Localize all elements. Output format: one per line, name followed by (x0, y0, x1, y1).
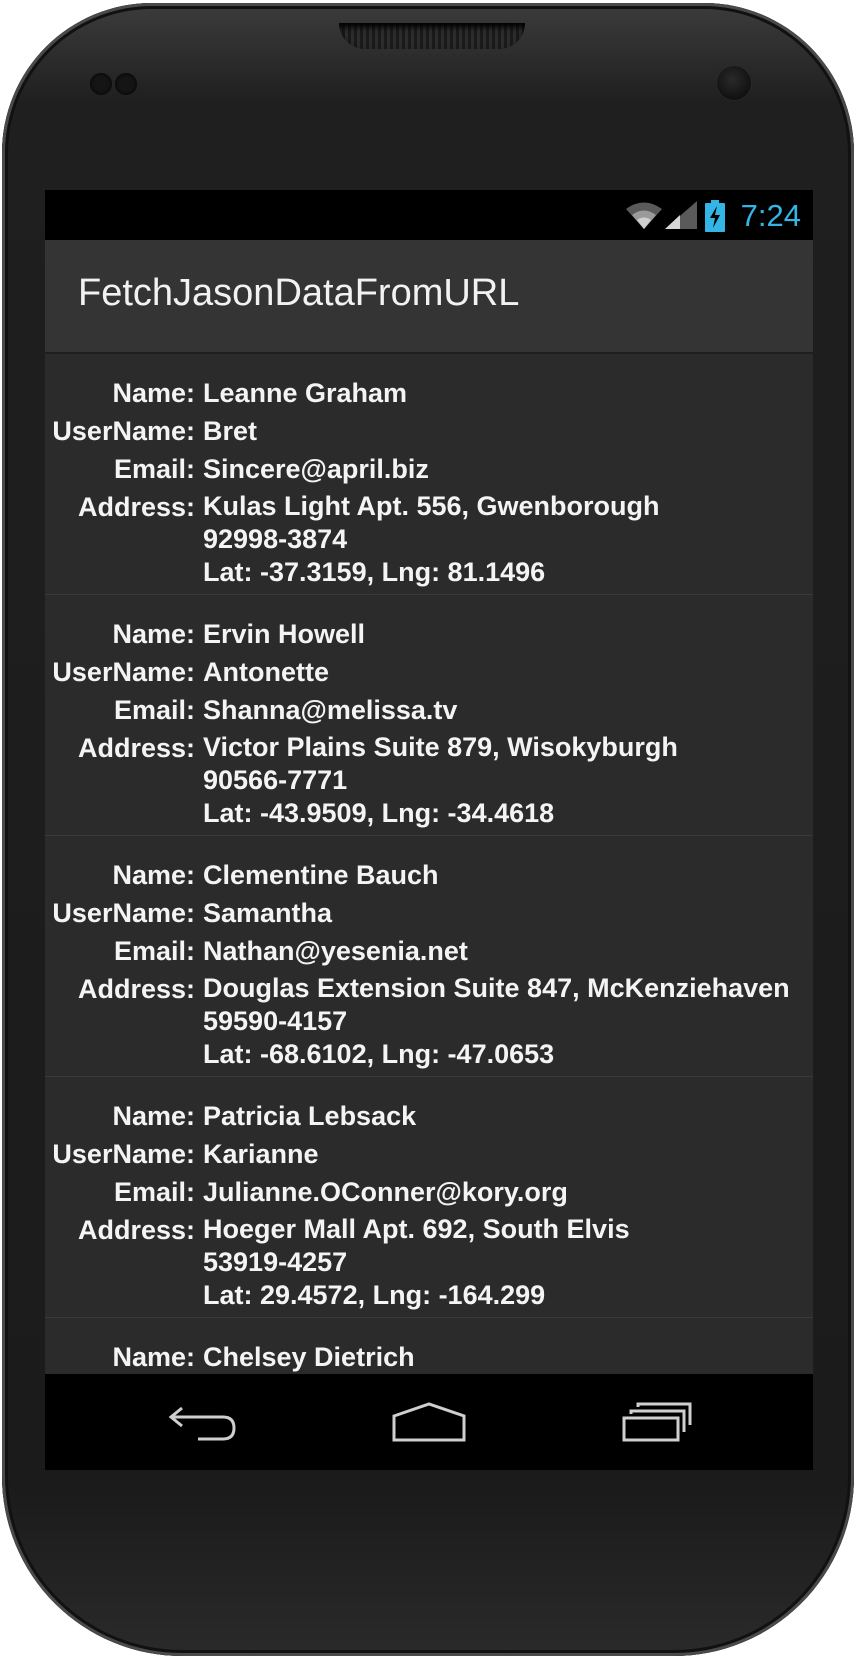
action-bar: FetchJasonDataFromURL (45, 240, 813, 354)
address-label: Address: (77, 733, 195, 763)
email-label: Email: (113, 936, 195, 966)
list-item[interactable]: Name: Clementine Bauch UserName: Samantha … (45, 836, 813, 1077)
address-label: Address: (77, 492, 195, 522)
email-value: Sincere@april.biz (203, 454, 429, 484)
address-geo: Lat: -37.3159, Lng: 81.1496 (203, 557, 546, 587)
name-label: Name: (112, 378, 195, 408)
home-button[interactable] (369, 1374, 489, 1470)
list-item[interactable]: Name: Ervin Howell UserName: Antonette Ema… (45, 595, 813, 836)
name-label: Name: (112, 619, 195, 649)
list-item[interactable]: Name: Patricia Lebsack UserName: Karianne … (45, 1077, 813, 1318)
list-item[interactable]: Name: Leanne Graham UserName: Bret Email: S… (45, 354, 813, 595)
phone-frame: 7:24 FetchJasonDataFromURL Name: Leanne G… (2, 3, 854, 1656)
address-geo: Lat: -68.6102, Lng: -47.0653 (203, 1039, 555, 1069)
list-item[interactable]: Name: Chelsey Dietrich (45, 1318, 813, 1374)
username-label: UserName: (52, 898, 195, 928)
address-zipcode: 53919-4257 (203, 1247, 348, 1277)
address-value: Douglas Extension Suite 847, McKenziehav… (195, 970, 790, 1071)
battery-charging-icon (705, 200, 725, 232)
address-label: Address: (77, 974, 195, 1004)
home-icon (392, 1402, 466, 1442)
front-camera (717, 66, 751, 100)
address-value: Kulas Light Apt. 556, Gwenborough 92998-… (195, 488, 660, 589)
user-list[interactable]: Name: Leanne Graham UserName: Bret Email: S… (45, 354, 813, 1374)
name-label: Name: (112, 1101, 195, 1131)
app-title: FetchJasonDataFromURL (78, 272, 520, 314)
username-value: Antonette (203, 657, 329, 687)
address-street: Douglas Extension Suite 847, McKenziehav… (203, 973, 790, 1003)
email-value: Julianne.OConner@kory.org (203, 1177, 568, 1207)
name-value: Ervin Howell (203, 619, 366, 649)
recent-apps-button[interactable] (597, 1374, 717, 1470)
address-geo: Lat: -43.9509, Lng: -34.4618 (203, 798, 555, 828)
name-value: Patricia Lebsack (203, 1101, 417, 1131)
address-street: Hoeger Mall Apt. 692, South Elvis (203, 1214, 630, 1244)
name-value: Chelsey Dietrich (203, 1342, 415, 1372)
email-label: Email: (113, 1177, 195, 1207)
address-value: Victor Plains Suite 879, Wisokyburgh 905… (195, 729, 678, 830)
email-value: Shanna@melissa.tv (203, 695, 458, 725)
name-label: Name: (112, 1342, 195, 1372)
proximity-sensor (90, 73, 112, 95)
recent-apps-icon (622, 1402, 692, 1442)
address-label: Address: (77, 1215, 195, 1245)
address-zipcode: 59590-4157 (203, 1006, 348, 1036)
light-sensor (115, 73, 137, 95)
status-bar: 7:24 (45, 190, 813, 240)
email-label: Email: (113, 695, 195, 725)
address-zipcode: 90566-7771 (203, 765, 348, 795)
screen: 7:24 FetchJasonDataFromURL Name: Leanne G… (45, 190, 813, 1470)
username-label: UserName: (52, 1139, 195, 1169)
status-clock: 7:24 (740, 198, 801, 233)
address-zipcode: 92998-3874 (203, 524, 348, 554)
username-value: Samantha (203, 898, 333, 928)
email-value: Nathan@yesenia.net (203, 936, 468, 966)
username-label: UserName: (52, 416, 195, 446)
wifi-icon (626, 202, 662, 229)
address-street: Kulas Light Apt. 556, Gwenborough (203, 491, 660, 521)
signal-icon (665, 201, 697, 229)
username-value: Bret (203, 416, 258, 446)
back-icon (168, 1406, 236, 1441)
name-value: Leanne Graham (203, 378, 408, 408)
username-label: UserName: (52, 657, 195, 687)
email-label: Email: (113, 454, 195, 484)
navigation-bar (45, 1374, 813, 1470)
back-button[interactable] (143, 1374, 263, 1470)
address-geo: Lat: 29.4572, Lng: -164.299 (203, 1280, 546, 1310)
username-value: Karianne (203, 1139, 319, 1169)
address-value: Hoeger Mall Apt. 692, South Elvis 53919-… (195, 1211, 630, 1312)
address-street: Victor Plains Suite 879, Wisokyburgh (203, 732, 678, 762)
name-value: Clementine Bauch (203, 860, 439, 890)
earpiece-speaker (339, 23, 525, 49)
name-label: Name: (112, 860, 195, 890)
